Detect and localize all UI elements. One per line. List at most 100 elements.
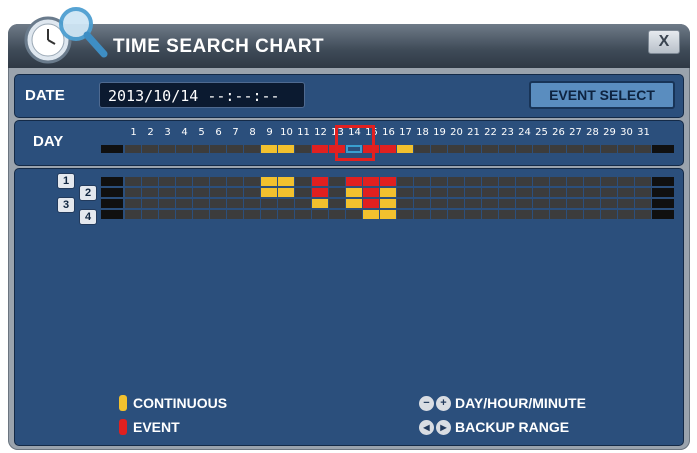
channel-2-day-10-cell[interactable]: [278, 188, 294, 197]
channel-4-day-1-cell[interactable]: [125, 210, 141, 219]
day-cell-17[interactable]: [397, 145, 413, 153]
channel-2-day-15-cell[interactable]: [363, 188, 379, 197]
channel-1-day-27-cell[interactable]: [567, 177, 583, 186]
channel-2-day-25-cell[interactable]: [533, 188, 549, 197]
channel-1-day-19-cell[interactable]: [431, 177, 447, 186]
channel-2-day-16-cell[interactable]: [380, 188, 396, 197]
channel-3-day-15-cell[interactable]: [363, 199, 379, 208]
channel-2-day-24-cell[interactable]: [516, 188, 532, 197]
channel-1-day-4-cell[interactable]: [176, 177, 192, 186]
day-cell-25[interactable]: [533, 145, 549, 153]
channel-badge-3[interactable]: 3: [57, 197, 75, 213]
channel-1-day-1-cell[interactable]: [125, 177, 141, 186]
day-cell-2[interactable]: [142, 145, 158, 153]
day-cell-20[interactable]: [448, 145, 464, 153]
channel-2-day-28-cell[interactable]: [584, 188, 600, 197]
channel-badge-1[interactable]: 1: [57, 173, 75, 189]
channel-3-day-21-cell[interactable]: [465, 199, 481, 208]
channel-2-day-13-cell[interactable]: [329, 188, 345, 197]
channel-3-day-2-cell[interactable]: [142, 199, 158, 208]
channel-3-day-14-cell[interactable]: [346, 199, 362, 208]
channel-2-day-6-cell[interactable]: [210, 188, 226, 197]
channel-4-day-19-cell[interactable]: [431, 210, 447, 219]
channel-4-day-3-cell[interactable]: [159, 210, 175, 219]
channel-2-day-19-cell[interactable]: [431, 188, 447, 197]
channel-3-day-23-cell[interactable]: [499, 199, 515, 208]
channel-4-day-9-cell[interactable]: [261, 210, 277, 219]
channel-3-day-1-cell[interactable]: [125, 199, 141, 208]
day-cell-29[interactable]: [601, 145, 617, 153]
day-cell-12[interactable]: [312, 145, 328, 153]
channel-3-day-20-cell[interactable]: [448, 199, 464, 208]
channel-4-day-2-cell[interactable]: [142, 210, 158, 219]
day-cell-11[interactable]: [295, 145, 311, 153]
channel-4-day-26-cell[interactable]: [550, 210, 566, 219]
day-cell-19[interactable]: [431, 145, 447, 153]
day-cell-27[interactable]: [567, 145, 583, 153]
channel-1-day-20-cell[interactable]: [448, 177, 464, 186]
channel-1-day-17-cell[interactable]: [397, 177, 413, 186]
channel-1-day-6-cell[interactable]: [210, 177, 226, 186]
day-cell-30[interactable]: [618, 145, 634, 153]
channel-3-day-10-cell[interactable]: [278, 199, 294, 208]
channel-2-day-2-cell[interactable]: [142, 188, 158, 197]
channel-2-day-8-cell[interactable]: [244, 188, 260, 197]
channel-2-day-18-cell[interactable]: [414, 188, 430, 197]
day-cell-31[interactable]: [635, 145, 651, 153]
channel-1-day-5-cell[interactable]: [193, 177, 209, 186]
channel-2-day-7-cell[interactable]: [227, 188, 243, 197]
channel-4-day-31-cell[interactable]: [635, 210, 651, 219]
channel-2-day-4-cell[interactable]: [176, 188, 192, 197]
day-cell-21[interactable]: [465, 145, 481, 153]
channel-4-day-30-cell[interactable]: [618, 210, 634, 219]
channel-badge-4[interactable]: 4: [79, 209, 97, 225]
channel-1-day-13-cell[interactable]: [329, 177, 345, 186]
channel-4-day-24-cell[interactable]: [516, 210, 532, 219]
channel-2-day-31-cell[interactable]: [635, 188, 651, 197]
channel-4-day-11-cell[interactable]: [295, 210, 311, 219]
channel-1-day-2-cell[interactable]: [142, 177, 158, 186]
channel-2-day-22-cell[interactable]: [482, 188, 498, 197]
channel-3-day-6-cell[interactable]: [210, 199, 226, 208]
channel-1-day-3-cell[interactable]: [159, 177, 175, 186]
channel-3-day-17-cell[interactable]: [397, 199, 413, 208]
channel-2-day-17-cell[interactable]: [397, 188, 413, 197]
day-cell-8[interactable]: [244, 145, 260, 153]
channel-3-day-26-cell[interactable]: [550, 199, 566, 208]
channel-4-day-27-cell[interactable]: [567, 210, 583, 219]
channel-2-day-29-cell[interactable]: [601, 188, 617, 197]
date-field[interactable]: 2013/10/14 --:--:--: [99, 82, 305, 108]
channel-1-day-9-cell[interactable]: [261, 177, 277, 186]
channel-1-day-28-cell[interactable]: [584, 177, 600, 186]
channel-2-day-3-cell[interactable]: [159, 188, 175, 197]
channel-3-day-19-cell[interactable]: [431, 199, 447, 208]
channel-4-day-5-cell[interactable]: [193, 210, 209, 219]
channel-3-day-3-cell[interactable]: [159, 199, 175, 208]
channel-1-day-30-cell[interactable]: [618, 177, 634, 186]
channel-3-day-24-cell[interactable]: [516, 199, 532, 208]
channel-3-day-28-cell[interactable]: [584, 199, 600, 208]
day-cell-9[interactable]: [261, 145, 277, 153]
day-cell-18[interactable]: [414, 145, 430, 153]
channel-3-day-9-cell[interactable]: [261, 199, 277, 208]
channel-2-day-27-cell[interactable]: [567, 188, 583, 197]
channel-3-day-22-cell[interactable]: [482, 199, 498, 208]
day-cell-6[interactable]: [210, 145, 226, 153]
day-cell-28[interactable]: [584, 145, 600, 153]
day-cell-10[interactable]: [278, 145, 294, 153]
channel-1-day-26-cell[interactable]: [550, 177, 566, 186]
channel-1-day-22-cell[interactable]: [482, 177, 498, 186]
channel-1-day-7-cell[interactable]: [227, 177, 243, 186]
day-cell-24[interactable]: [516, 145, 532, 153]
channel-badge-2[interactable]: 2: [79, 185, 97, 201]
event-select-button[interactable]: EVENT SELECT: [529, 81, 675, 109]
channel-3-day-27-cell[interactable]: [567, 199, 583, 208]
channel-3-day-4-cell[interactable]: [176, 199, 192, 208]
day-cell-3[interactable]: [159, 145, 175, 153]
channel-4-day-12-cell[interactable]: [312, 210, 328, 219]
channel-2-day-23-cell[interactable]: [499, 188, 515, 197]
channel-1-day-16-cell[interactable]: [380, 177, 396, 186]
channel-3-day-30-cell[interactable]: [618, 199, 634, 208]
channel-4-day-14-cell[interactable]: [346, 210, 362, 219]
channel-3-day-25-cell[interactable]: [533, 199, 549, 208]
